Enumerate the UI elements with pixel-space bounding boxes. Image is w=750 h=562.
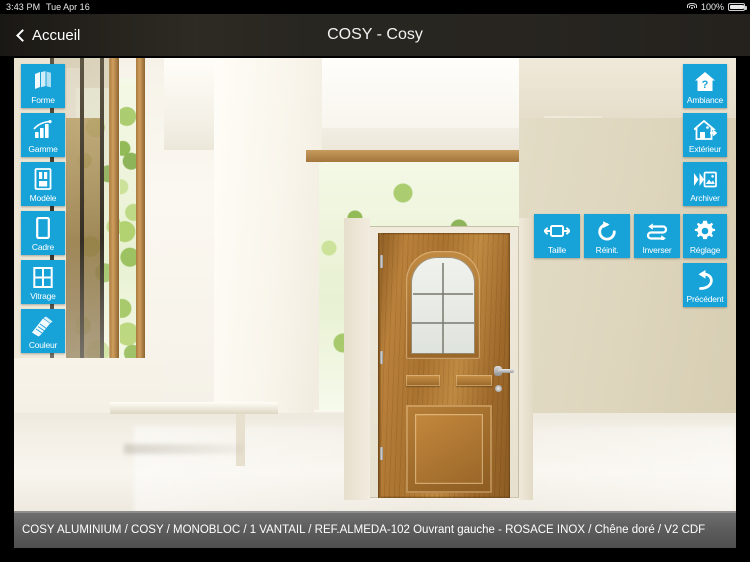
status-date: Tue Apr 16 — [46, 2, 90, 12]
scene-wood-post-1 — [109, 58, 119, 408]
house-exterior-icon — [683, 118, 727, 142]
bottom-letterbox — [0, 548, 750, 562]
door-hinge-top — [379, 255, 383, 268]
configuration-summary-bar: COSY ALUMINIUM / COSY / MONOBLOC / 1 VAN… — [14, 513, 736, 548]
sidebar-button-forme[interactable]: Forme — [21, 64, 65, 108]
house-question-icon: ? — [683, 69, 727, 93]
sidebar-button-modele[interactable]: Modèle — [21, 162, 65, 206]
tool-button-inverser[interactable]: Inverser — [634, 214, 680, 258]
sidebar-button-couleur[interactable]: Couleur — [21, 309, 65, 353]
sidebar-button-ambiance-label: Ambiance — [686, 94, 724, 105]
tool-button-reinit-label: Réinit. — [595, 244, 619, 255]
sidebar-button-archiver-label: Archiver — [690, 192, 720, 203]
status-clock: 3:43 PM — [6, 2, 41, 12]
door-handle — [498, 369, 514, 373]
scene-door-left-reveal — [344, 218, 370, 500]
tool-button-inverser-label: Inverser — [642, 244, 672, 255]
svg-text:?: ? — [702, 79, 709, 91]
door-glass-munnion-h1 — [413, 293, 473, 295]
paint-brush-icon — [21, 314, 65, 338]
sidebar-button-couleur-label: Couleur — [28, 339, 58, 350]
sidebar-button-cadre-label: Cadre — [31, 241, 55, 252]
sidebar-button-precedent-label: Précédent — [686, 293, 724, 304]
navigation-bar: Accueil COSY - Cosy — [0, 14, 750, 56]
shapes-stack-icon — [21, 69, 65, 93]
sidebar-button-reglage[interactable]: Réglage — [683, 214, 727, 258]
scene-bench-shadow — [124, 444, 244, 454]
door-leaf — [378, 233, 514, 498]
scene-bench — [110, 402, 278, 414]
door-hinge-bottom — [379, 447, 383, 460]
battery-percent-label: 100% — [700, 2, 724, 12]
door-small-panel-right — [456, 375, 492, 386]
sidebar-button-modele-label: Modèle — [29, 192, 57, 203]
scene-left-garden-view-2 — [120, 78, 136, 398]
sidebar-button-reglage-label: Réglage — [689, 244, 721, 255]
sidebar-button-exterieur[interactable]: Extérieur — [683, 113, 727, 157]
door-hinge-middle — [379, 351, 383, 364]
door-preview[interactable] — [369, 226, 519, 498]
door-glass-munnion-vertical — [442, 263, 444, 354]
page-title: COSY - Cosy — [327, 26, 423, 43]
archive-photo-icon — [683, 167, 727, 191]
door-glass-munnion-h2 — [412, 322, 474, 324]
tool-button-taille[interactable]: Taille — [534, 214, 580, 258]
sidebar-button-gamme-label: Gamme — [28, 143, 58, 154]
sidebar-button-precedent[interactable]: Précédent — [683, 263, 727, 307]
scene-bench-leg — [236, 414, 245, 466]
door-model-icon — [21, 167, 65, 191]
battery-icon — [728, 3, 747, 11]
door-bottom-panel — [406, 405, 492, 493]
scene-window-header-beam — [306, 150, 536, 162]
scene-door-right-reveal — [519, 218, 533, 500]
bar-chart-icon — [21, 118, 65, 142]
scene-wood-post-2 — [136, 58, 145, 406]
app-screen: 3:43 PM Tue Apr 16 100% Accueil COSY - C… — [0, 0, 750, 562]
resize-horizontal-icon — [534, 219, 580, 243]
tool-button-taille-label: Taille — [547, 244, 567, 255]
flip-horizontal-icon — [634, 219, 680, 243]
tool-button-reinit[interactable]: Réinit. — [584, 214, 630, 258]
sidebar-button-vitrage-label: Vitrage — [30, 290, 56, 301]
gear-icon — [683, 219, 727, 243]
sidebar-button-cadre[interactable]: Cadre — [21, 211, 65, 255]
door-small-panel-left — [406, 375, 440, 386]
ios-status-bar: 3:43 PM Tue Apr 16 100% — [0, 0, 750, 14]
reset-circular-arrow-icon — [584, 219, 630, 243]
sidebar-button-archiver[interactable]: Archiver — [683, 162, 727, 206]
sidebar-button-exterieur-label: Extérieur — [688, 143, 722, 154]
window-grid-icon — [21, 265, 65, 289]
sidebar-button-ambiance[interactable]: ? Ambiance — [683, 64, 727, 108]
wifi-icon — [686, 3, 697, 11]
sidebar-button-gamme[interactable]: Gamme — [21, 113, 65, 157]
door-lock-cylinder — [495, 385, 502, 392]
sidebar-button-vitrage[interactable]: Vitrage — [21, 260, 65, 304]
door-glass-pane — [411, 257, 475, 354]
undo-arrow-icon — [683, 268, 727, 292]
sidebar-button-forme-label: Forme — [31, 94, 55, 105]
frame-icon — [21, 216, 65, 240]
door-preview-stage[interactable] — [14, 58, 736, 513]
